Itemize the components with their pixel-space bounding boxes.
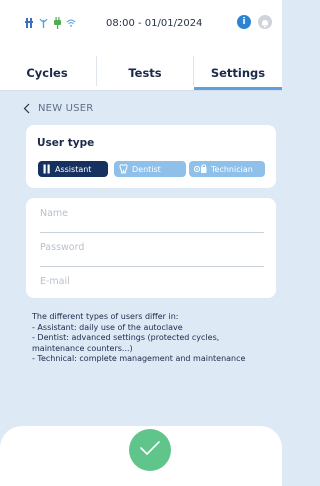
assistant-icon [43,164,51,174]
user-type-title: User type [37,137,95,149]
name-field-row [40,198,264,233]
plug-icon [52,17,62,29]
tab-settings[interactable]: Settings [194,66,282,80]
password-field-row [40,232,264,267]
usb-icon [24,17,34,29]
tab-tests[interactable]: Tests [97,66,193,80]
notification-button[interactable] [258,15,272,29]
bell-icon [261,13,269,32]
info-line: - Technical: complete management and mai… [32,354,246,363]
tab-bar: Cycles Tests Settings [0,50,282,91]
tab-cycles[interactable]: Cycles [0,66,94,80]
back-button[interactable]: NEW USER [23,99,93,118]
user-type-assistant[interactable]: Assistant [38,161,108,177]
user-type-technician[interactable]: Technician [189,161,265,177]
email-field[interactable] [40,272,264,290]
status-icons [24,17,76,29]
user-types-info: The different types of users differ in: … [32,312,272,365]
status-bar: 08:00 - 01/01/2024 i [0,0,282,50]
info-button[interactable]: i [237,15,251,29]
info-line: - Assistant: daily use of the autoclave [32,322,183,332]
active-tab-indicator [194,87,282,90]
chevron-left-icon [23,99,30,118]
user-type-dentist[interactable]: Dentist [114,161,186,177]
info-line: - Dentist: advanced settings (protected … [32,333,222,353]
info-line: The different types of users differ in: [32,312,179,321]
user-form-card [26,198,276,298]
user-type-assistant-label: Assistant [55,164,92,174]
password-field[interactable] [40,238,264,256]
user-type-technician-label: Technician [211,164,253,174]
info-icon: i [242,17,246,27]
checkmark-icon [139,440,161,460]
user-type-card: User type Assistant Dentist Technician [26,125,276,188]
user-type-dentist-label: Dentist [132,164,161,174]
status-time: 08:00 - 01/01/2024 [106,18,203,29]
wifi-icon [66,17,76,29]
antenna-icon [38,17,48,29]
technician-icon [194,164,207,174]
name-field[interactable] [40,204,264,222]
page-title: NEW USER [38,103,94,114]
email-field-row [40,266,264,300]
confirm-button[interactable] [129,429,171,471]
tooth-icon [119,164,128,174]
